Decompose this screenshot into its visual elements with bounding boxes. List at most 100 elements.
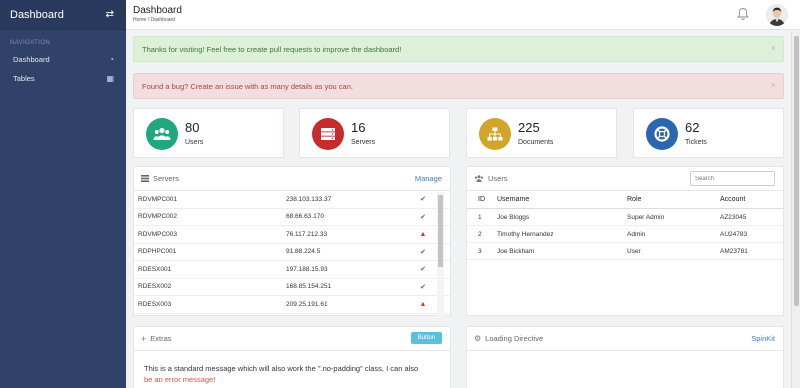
sitemap-icon xyxy=(479,118,511,150)
stat-label: Tickets xyxy=(685,139,707,146)
server-name: RDVMPC003 xyxy=(138,230,178,238)
user-role: Super Admin xyxy=(627,213,665,221)
user-username: Timothy Hernandez xyxy=(497,230,554,238)
lifebuoy-icon xyxy=(646,118,678,150)
avatar[interactable] xyxy=(766,4,788,26)
server-ip: 168.85.154.251 xyxy=(286,283,332,291)
sidebar-header: Dashboard ⇄ xyxy=(0,0,126,30)
users-panel-header: Users xyxy=(467,167,783,191)
server-name: RDVMPC002 xyxy=(138,213,178,221)
check-icon: ✔ xyxy=(420,196,426,204)
page-scrollbar[interactable] xyxy=(791,31,800,388)
table-row[interactable]: 1 Joe Bloggs Super Admin AZ23045 xyxy=(467,209,783,226)
stat-servers: 16 Servers xyxy=(299,108,450,158)
user-account: AU24783 xyxy=(720,230,748,238)
search-input[interactable] xyxy=(690,171,775,186)
user-username: Joe Bickham xyxy=(497,247,535,255)
plus-icon: + xyxy=(141,333,147,344)
server-ip: 238.103.133.37 xyxy=(286,195,332,203)
extras-panel: + Extras Button This is a standard messa… xyxy=(133,326,451,388)
extras-message: This is a standard message which will al… xyxy=(144,364,419,373)
breadcrumb[interactable]: Home / Dashboard xyxy=(133,17,175,23)
sidebar-item-dashboard[interactable]: Dashboard ◔ xyxy=(0,50,126,69)
check-icon: ✔ xyxy=(420,283,426,291)
top-header: Dashboard Home / Dashboard xyxy=(126,0,800,30)
server-ip: 197.188.15.93 xyxy=(286,265,328,273)
server-ip: 76.117.212.33 xyxy=(286,230,328,238)
stat-documents: 225 Documents xyxy=(466,108,617,158)
user-id: 2 xyxy=(478,230,482,238)
sidebar: Dashboard ⇄ NAVIGATION Dashboard ◔ Table… xyxy=(0,0,126,388)
users-panel: Users ID Username Role Account 1 Joe Blo… xyxy=(466,166,784,316)
users-table: ID Username Role Account 1 Joe Bloggs Su… xyxy=(467,191,783,260)
user-role: User xyxy=(627,247,641,255)
sidebar-item-tables[interactable]: Tables ▦ xyxy=(0,69,126,88)
stat-value: 16 xyxy=(351,120,366,135)
users-icon xyxy=(146,118,178,150)
stat-value: 225 xyxy=(518,120,540,135)
stat-label: Documents xyxy=(518,139,554,146)
servers-table: RDVMPC001 238.103.133.37 ✔ RDVMPC002 68.66.… xyxy=(134,191,450,314)
user-account: AZ23045 xyxy=(720,213,747,221)
extras-panel-title: Extras xyxy=(150,334,172,343)
swap-arrows-icon[interactable]: ⇄ xyxy=(106,9,114,20)
server-ip: 68.66.63.170 xyxy=(286,213,324,221)
server-ip: 91.88.224.5 xyxy=(286,248,321,256)
close-icon[interactable]: × xyxy=(771,43,776,53)
list-icon xyxy=(141,175,149,182)
table-row[interactable]: RDESX002 168.85.154.251 ✔ xyxy=(134,279,450,296)
column-header-id[interactable]: ID xyxy=(467,196,497,203)
success-alert: Thanks for visiting! Feel free to create… xyxy=(133,36,784,62)
loading-panel-title: Loading Directive xyxy=(485,334,544,343)
extras-panel-header: + Extras Button xyxy=(134,327,450,351)
user-account: AM23781 xyxy=(720,247,748,255)
server-ip: 209.25.191.61 xyxy=(286,300,328,308)
close-icon[interactable]: × xyxy=(771,80,776,90)
server-name: RDVMPC001 xyxy=(138,195,178,203)
table-row[interactable]: 2 Timothy Hernandez Admin AU24783 xyxy=(467,226,783,243)
servers-scrollbar[interactable] xyxy=(437,192,444,316)
server-name: RDESX002 xyxy=(138,283,172,291)
user-role: Admin xyxy=(627,230,646,238)
check-icon: ✔ xyxy=(420,248,426,256)
table-row[interactable]: RDVMPC003 76.117.212.33 ▲ xyxy=(134,226,450,244)
speedometer-icon: ◔ xyxy=(109,55,114,64)
column-header-role[interactable]: Role xyxy=(627,196,720,203)
server-name: RDESX003 xyxy=(138,300,172,308)
stat-value: 62 xyxy=(685,120,700,135)
server-name: RDESX001 xyxy=(138,265,172,273)
servers-panel-header: Servers Manage xyxy=(134,167,450,191)
user-id: 1 xyxy=(478,213,482,221)
table-row[interactable]: 3 Joe Bickham User AM23781 xyxy=(467,243,783,260)
manage-link[interactable]: Manage xyxy=(415,174,442,183)
servers-panel-title: Servers xyxy=(153,174,179,183)
stat-tickets: 62 Tickets xyxy=(633,108,784,158)
server-icon xyxy=(312,118,344,150)
loading-panel: ⚙ Loading Directive SpinKit xyxy=(466,326,784,388)
info-button[interactable]: Button xyxy=(410,332,442,344)
bell-icon[interactable] xyxy=(737,7,749,21)
users-icon xyxy=(474,175,484,182)
table-row[interactable]: RDPHPC001 91.88.224.5 ✔ xyxy=(134,244,450,261)
check-icon: ✔ xyxy=(420,213,426,221)
user-username: Joe Bloggs xyxy=(497,213,530,221)
sidebar-item-label: Tables xyxy=(13,74,35,83)
stat-label: Servers xyxy=(351,139,376,146)
users-panel-title: Users xyxy=(488,174,508,183)
table-row[interactable]: RDVMPC001 238.103.133.37 ✔ xyxy=(134,191,450,209)
server-name: RDPHPC001 xyxy=(138,248,177,256)
user-id: 3 xyxy=(478,247,482,255)
table-row[interactable]: RDESX001 197.188.15.93 ✔ xyxy=(134,261,450,279)
danger-alert: Found a bug? Create an issue with as man… xyxy=(133,73,784,99)
loading-panel-header: ⚙ Loading Directive SpinKit xyxy=(467,327,783,351)
column-header-account[interactable]: Account xyxy=(720,196,780,203)
table-row[interactable]: RDESX003 209.25.191.61 ▲ xyxy=(134,296,450,314)
success-alert-text: Thanks for visiting! Feel free to create… xyxy=(142,44,402,54)
stat-value: 80 xyxy=(185,120,200,135)
table-row[interactable]: RDVMPC002 68.66.63.170 ✔ xyxy=(134,209,450,226)
stat-users: 80 Users xyxy=(133,108,284,158)
sidebar-section-label: NAVIGATION xyxy=(10,40,51,46)
spinkit-link[interactable]: SpinKit xyxy=(751,334,775,343)
column-header-username[interactable]: Username xyxy=(497,196,627,203)
table-icon: ▦ xyxy=(106,74,114,83)
